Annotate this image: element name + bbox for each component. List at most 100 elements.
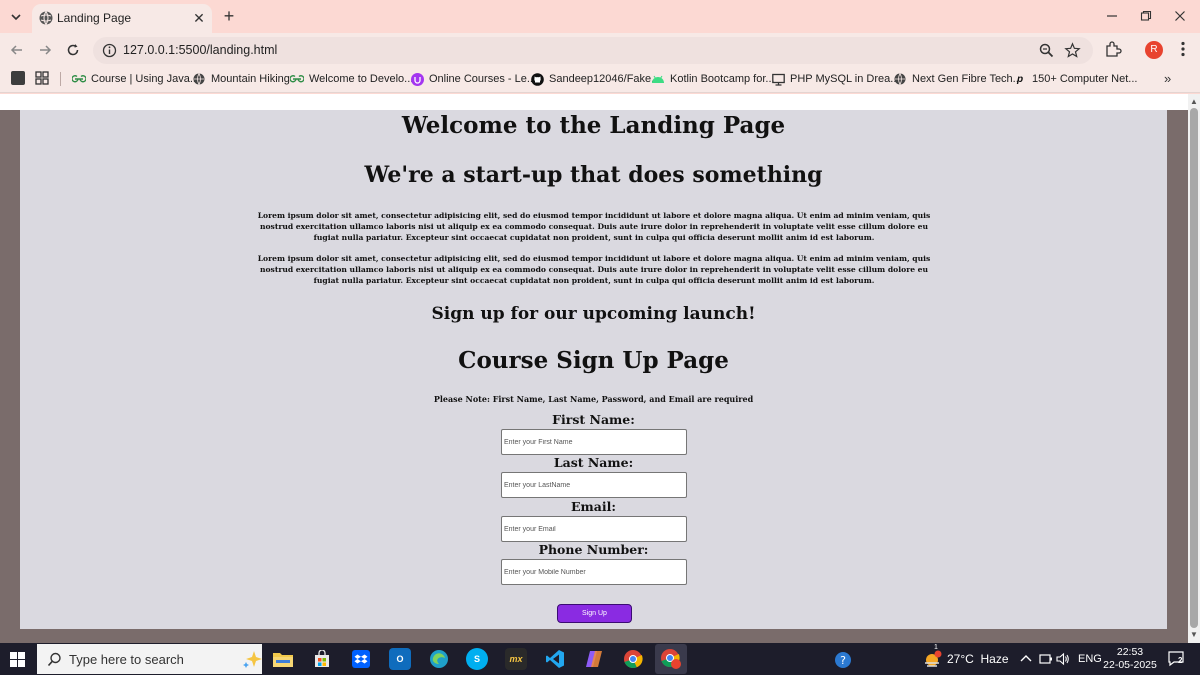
restore-button[interactable] [1136, 6, 1156, 26]
intro-paragraph-1: Lorem ipsum dolor sit amet, consectetur … [257, 211, 931, 242]
profile-avatar[interactable]: R [1145, 41, 1163, 59]
volume-icon[interactable] [1056, 652, 1070, 666]
minimize-icon [1107, 15, 1117, 17]
weather-haze-icon[interactable] [922, 650, 942, 668]
site-info-icon[interactable] [101, 42, 118, 59]
scroll-up-icon[interactable]: ▲ [1190, 97, 1198, 106]
chrome-icon[interactable] [622, 648, 644, 670]
edge-icon[interactable] [428, 648, 450, 670]
bookmarks-divider [60, 72, 61, 86]
taskbar-search-box[interactable]: Type here to search [37, 644, 262, 674]
bookmark-item[interactable]: Sandeep12046/Fake... [530, 70, 660, 88]
tab-title: Landing Page [57, 11, 132, 25]
new-tab-button[interactable]: + [220, 7, 238, 25]
bookmark-item[interactable]: p 150+ Computer Net... [1013, 70, 1138, 88]
arrow-left-icon [10, 45, 22, 55]
address-bar[interactable]: 127.0.0.1:5500/landing.html [93, 37, 1093, 64]
browser-menu-button[interactable] [1174, 39, 1192, 59]
store-icon[interactable] [311, 648, 333, 670]
globe-icon [192, 72, 206, 86]
search-icon [47, 652, 61, 667]
globe-icon [39, 11, 53, 25]
bookmark-item[interactable]: Welcome to Develo... [290, 70, 413, 88]
page-scrollbar[interactable]: ▲ ▼ [1188, 94, 1200, 643]
tab-strip: Landing Page ✕ + [0, 0, 1200, 33]
last-name-label: Last Name: [553, 455, 634, 470]
copilot-icon[interactable] [583, 648, 605, 670]
apps-icon[interactable] [11, 71, 25, 85]
clock-date: 22-05-2025 [1103, 659, 1157, 671]
svg-text:?: ? [840, 654, 846, 667]
close-icon [1175, 11, 1185, 21]
windows-start-icon[interactable] [10, 652, 25, 667]
cta-heading: Sign up for our upcoming launch! [431, 304, 756, 324]
mobaxterm-icon[interactable]: mx [505, 648, 527, 670]
bookmark-item[interactable]: Mountain Hiking [192, 70, 290, 88]
globe-icon [893, 72, 907, 86]
close-window-button[interactable] [1170, 6, 1190, 26]
tab-landing-page[interactable]: Landing Page ✕ [32, 4, 212, 33]
android-icon [651, 72, 665, 86]
gfg-icon [290, 72, 304, 86]
weather-text[interactable]: 27°C Haze [947, 652, 1009, 666]
battery-icon[interactable] [1039, 652, 1053, 666]
page-top-margin [0, 94, 1188, 110]
scroll-thumb[interactable] [1190, 108, 1198, 628]
first-name-input[interactable] [501, 429, 687, 455]
search-placeholder: Type here to search [69, 652, 184, 667]
system-clock[interactable]: 22:53 22-05-2025 [1102, 646, 1158, 672]
restore-icon [1140, 10, 1152, 21]
outlook-icon[interactable]: O [389, 648, 411, 670]
phone-input[interactable] [501, 559, 687, 585]
url-text[interactable]: 127.0.0.1:5500/landing.html [123, 43, 277, 57]
page-viewport: Welcome to the Landing Page We're a star… [0, 94, 1200, 643]
email-label: Email: [571, 499, 616, 514]
extensions-icon[interactable] [1104, 40, 1122, 58]
help-icon[interactable]: ? [834, 651, 852, 669]
scroll-down-icon[interactable]: ▼ [1190, 630, 1198, 639]
bookmark-star-icon[interactable] [1064, 42, 1081, 59]
bookmark-item[interactable]: PHP MySQL in Drea... [771, 70, 899, 88]
bookmark-item[interactable]: Course | Using Java... [72, 70, 199, 88]
notifications-count: 2 [1178, 656, 1183, 665]
bookmark-item[interactable]: Online Courses - Le... [410, 70, 536, 88]
windows-taskbar: Type here to search O S mx ? 1 27°C Haze… [0, 643, 1200, 675]
bookmarks-bar: Course | Using Java... Mountain Hiking W… [0, 66, 1200, 93]
forward-button[interactable] [35, 40, 55, 60]
form-title: Course Sign Up Page [458, 347, 729, 374]
required-note: Please Note: First Name, Last Name, Pass… [433, 394, 754, 404]
language-indicator[interactable]: ENG [1078, 653, 1102, 665]
chevron-up-icon[interactable] [1019, 652, 1033, 666]
more-bookmarks-button[interactable]: » [1164, 71, 1171, 86]
arrow-right-icon [40, 45, 52, 55]
clock-time: 22:53 [1116, 646, 1144, 658]
chrome-profile-icon[interactable] [660, 648, 682, 670]
browser-toolbar: 127.0.0.1:5500/landing.html R [0, 33, 1200, 66]
bookmark-item[interactable]: Next Gen Fibre Tech... [893, 70, 1022, 88]
file-explorer-icon[interactable] [272, 648, 294, 670]
last-name-input[interactable] [501, 472, 687, 498]
email-input[interactable] [501, 516, 687, 542]
sign-up-button[interactable]: Sign Up [557, 604, 632, 623]
intro-paragraph-2: Lorem ipsum dolor sit amet, consectetur … [257, 254, 931, 285]
minimize-button[interactable] [1102, 6, 1122, 26]
tab-close-icon[interactable]: ✕ [192, 11, 206, 25]
vscode-icon[interactable] [544, 648, 566, 670]
chevron-down-icon [11, 14, 21, 21]
skype-icon[interactable]: S [466, 648, 488, 670]
page-title: Welcome to the Landing Page [401, 112, 786, 139]
landing-page-body: Welcome to the Landing Page We're a star… [20, 110, 1167, 629]
back-button[interactable] [7, 40, 27, 60]
weather-badge: 1 [934, 644, 938, 651]
tab-search-button[interactable] [6, 7, 26, 27]
zoom-icon[interactable] [1038, 42, 1055, 59]
reload-button[interactable] [63, 40, 83, 60]
bookmark-item[interactable]: Kotlin Bootcamp for... [651, 70, 775, 88]
tab-groups-icon[interactable] [35, 71, 49, 85]
dropbox-icon[interactable] [350, 648, 372, 670]
reload-icon [67, 44, 79, 56]
monitor-icon [771, 72, 785, 86]
page-subtitle: We're a start-up that does something [364, 162, 823, 188]
p-icon: p [1016, 73, 1024, 85]
github-icon [530, 72, 544, 86]
